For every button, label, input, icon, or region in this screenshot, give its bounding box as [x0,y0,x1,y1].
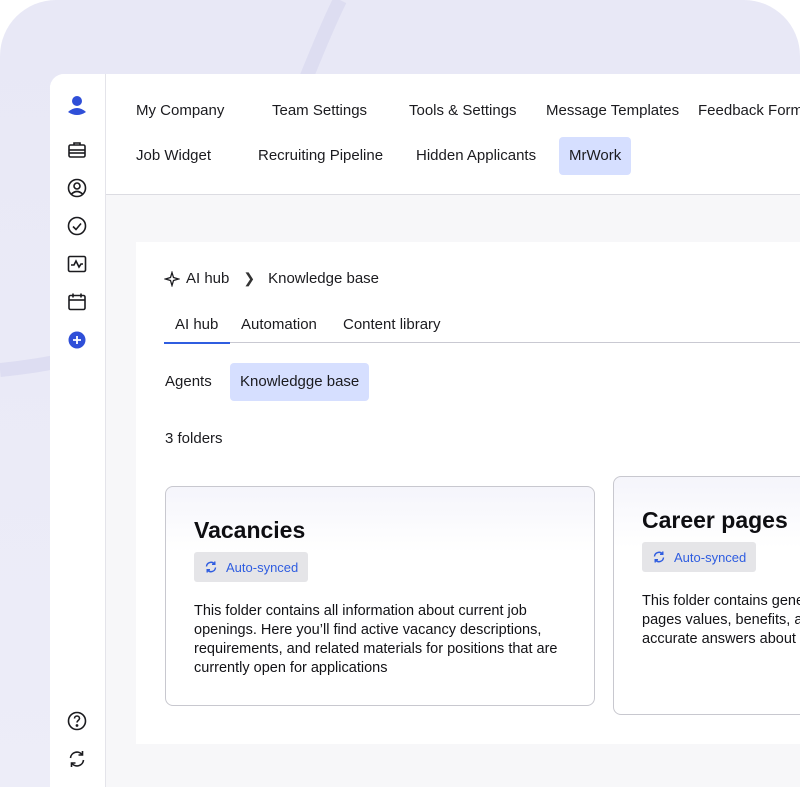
tab-recruiting-pipeline[interactable]: Recruiting Pipeline [248,137,393,175]
auto-synced-badge: Auto-synced [642,542,757,572]
tab-mrwork[interactable]: MrWork [559,137,632,175]
folder-title: Career pages [642,507,788,533]
top-navigation: My Company Team Settings Tools & Setting… [106,74,800,195]
breadcrumb: AI hub ❯ Knowledge base [164,270,379,287]
tab-message-templates[interactable]: Message Templates [536,92,689,130]
tab-hidden-applicants[interactable]: Hidden Applicants [406,137,546,175]
main-area: My Company Team Settings Tools & Setting… [106,74,800,787]
help-icon[interactable] [66,710,88,732]
calendar-icon[interactable] [66,291,88,313]
logo-icon[interactable] [66,94,88,116]
breadcrumb-root[interactable]: AI hub [186,270,229,287]
pill-agents[interactable]: Agents [155,363,222,401]
activity-icon[interactable] [66,253,88,275]
tab-team-settings[interactable]: Team Settings [262,92,377,130]
folder-description: This folder contains all information abo… [194,603,558,676]
subtab-content-library[interactable]: Content library [343,316,441,333]
tab-job-widget[interactable]: Job Widget [126,137,221,175]
tab-my-company[interactable]: My Company [126,92,234,130]
check-circle-icon[interactable] [66,215,88,237]
folder-description: This folder contains general information… [642,593,800,647]
profile-icon[interactable] [66,177,88,199]
badge-label: Auto-synced [674,549,747,565]
subtab-ai-hub[interactable]: AI hub [163,316,231,344]
subtab-automation[interactable]: Automation [241,316,317,333]
app-window: My Company Team Settings Tools & Setting… [50,74,800,787]
sidebar [50,74,106,787]
badge-label: Auto-synced [226,559,299,575]
chevron-right-icon: ❯ [243,270,256,286]
subtabs: AI hub Automation Content library [163,306,800,344]
tab-feedback-form[interactable]: Feedback Form [688,92,800,130]
auto-synced-badge: Auto-synced [194,552,309,582]
content-panel: AI hub ❯ Knowledge base AI hub Automatio… [136,242,800,744]
folder-title: Vacancies [194,517,306,543]
folder-card-vacancies[interactable]: Vacancies Auto-synced This folder contai… [165,486,595,706]
pill-knowledge-base[interactable]: Knowledgge base [230,363,370,401]
briefcase-icon[interactable] [66,139,88,161]
add-circle-icon[interactable] [66,329,88,351]
background-canvas: My Company Team Settings Tools & Setting… [0,0,800,787]
folder-count: 3 folders [165,430,223,447]
sync-icon [653,551,665,563]
sync-icon[interactable] [66,748,88,770]
sparkle-icon [164,270,180,287]
sync-icon [205,561,217,573]
breadcrumb-current: Knowledge base [268,270,380,287]
tab-tools-settings[interactable]: Tools & Settings [399,92,527,130]
folder-card-career-pages[interactable]: Career pages Auto-synced This folder con… [613,476,800,715]
